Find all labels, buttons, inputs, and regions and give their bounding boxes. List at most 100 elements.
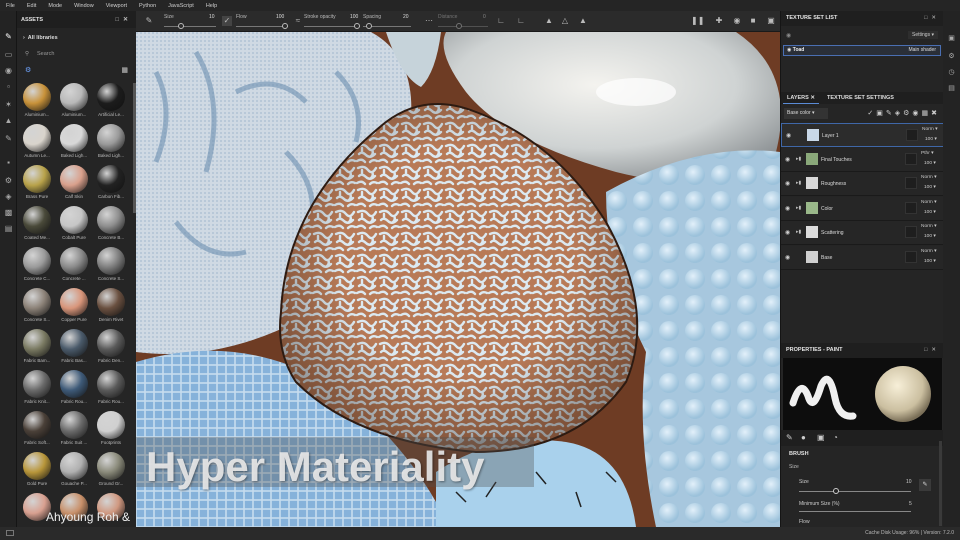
spacing-slider-knob[interactable] xyxy=(366,23,372,29)
stroke-opacity-knob[interactable] xyxy=(354,23,360,29)
layer-mask-slot[interactable] xyxy=(905,152,917,165)
layer-row[interactable]: ◉ Layer 1 Norm ▾ 100 ▾ xyxy=(781,123,944,147)
display-settings-icon[interactable]: ⚙ xyxy=(946,51,957,62)
tab-texture-set-settings[interactable]: TEXTURE SET SETTINGS xyxy=(823,92,898,104)
panel-window-icons[interactable]: □✕ xyxy=(115,16,132,23)
blend-mode-dropdown[interactable]: Norm ▾ xyxy=(922,127,937,132)
folder-icon[interactable]: ▸▮ xyxy=(796,180,801,186)
layer-name[interactable]: Scattering xyxy=(821,230,844,236)
eye-icon[interactable]: ◉ xyxy=(785,180,790,187)
asset-tile[interactable]: Carbon Fib... xyxy=(94,165,128,202)
asset-tile[interactable]: Denim Rivet xyxy=(94,288,128,325)
menu-item-file[interactable]: File xyxy=(6,3,15,9)
layer-row[interactable]: ◉ ▸▮ Roughness Norm ▾ 100 ▾ xyxy=(781,172,944,197)
layer-mask-slot[interactable] xyxy=(905,226,917,239)
render-mode-icon[interactable]: ✚ xyxy=(714,16,724,26)
asset-tile[interactable]: Concrete C... xyxy=(20,247,54,284)
smudge-icon[interactable]: ✶ xyxy=(3,99,14,110)
lazy-mouse-icon[interactable]: ⋯ xyxy=(424,16,434,26)
asset-tile[interactable]: Fabric Rou... xyxy=(57,370,91,407)
panel-window-icons[interactable]: □✕ xyxy=(924,11,940,26)
paint-brush-icon[interactable]: ✎ xyxy=(3,31,14,42)
layer-name[interactable]: Base xyxy=(821,255,832,261)
flow-pressure-icon[interactable]: ≈ xyxy=(293,16,303,26)
tab-layers[interactable]: LAYERS ✕ xyxy=(783,92,819,104)
asset-tile[interactable]: Fabric Bam... xyxy=(20,329,54,366)
asset-tile[interactable]: Baked Ligh... xyxy=(57,124,91,161)
export-icon[interactable]: ▤ xyxy=(3,223,14,234)
asset-tile[interactable]: Calf Skin xyxy=(57,165,91,202)
layer-action-icons[interactable]: ✓▣✎◈⚙◉▦✖ xyxy=(867,109,940,117)
notification-icon[interactable] xyxy=(6,530,14,536)
flow-slider-knob[interactable] xyxy=(282,23,288,29)
asset-tile[interactable]: Fabric Rou... xyxy=(94,370,128,407)
folder-icon[interactable]: ▸▮ xyxy=(796,229,801,235)
asset-tile[interactable]: Brass Pure xyxy=(20,165,54,202)
distance-control[interactable]: Distance 0 xyxy=(438,14,490,29)
eye-icon[interactable]: ◉ xyxy=(785,205,790,212)
asset-tile[interactable]: Fabric Knit... xyxy=(20,370,54,407)
asset-tile[interactable]: Fabric Bas... xyxy=(57,329,91,366)
shader-name[interactable]: Main shader xyxy=(908,46,936,55)
layer-mask-slot[interactable] xyxy=(905,251,917,263)
stroke-opacity-track[interactable] xyxy=(304,26,360,27)
layer-mask-slot[interactable] xyxy=(905,201,917,214)
blend-mode-dropdown[interactable]: Pthr ▾ xyxy=(921,151,934,156)
asset-tile[interactable]: Autumn Le... xyxy=(20,124,54,161)
eraser-icon[interactable]: ▭ xyxy=(3,49,14,60)
texture-set-settings-dropdown[interactable]: Settings ▾ xyxy=(908,31,938,39)
layer-name[interactable]: Final Touches xyxy=(821,157,852,163)
asset-tile[interactable]: Cobalt Pure xyxy=(57,206,91,243)
blend-mode-dropdown[interactable]: Norm ▾ xyxy=(921,224,936,229)
spacing-control[interactable]: Spacing 20 xyxy=(363,14,413,29)
layer-opacity[interactable]: 100 ▾ xyxy=(925,137,937,142)
material-tab-icon[interactable]: ◔ xyxy=(833,433,838,442)
layer-row[interactable]: ◉ Base Norm ▾ 100 ▾ xyxy=(781,246,944,270)
menu-item-python[interactable]: Python xyxy=(139,3,156,9)
menu-item-javascript[interactable]: JavaScript xyxy=(168,3,194,9)
pressure-toggle-button[interactable]: ✎ xyxy=(919,479,931,491)
menu-item-window[interactable]: Window xyxy=(74,3,94,9)
filter-icon[interactable]: ⚙ xyxy=(25,66,31,74)
eye-icon[interactable]: ◉ xyxy=(785,254,790,261)
mirror-x-icon[interactable]: ▲ xyxy=(544,16,554,26)
bake-icon[interactable]: ▪ xyxy=(3,157,14,168)
asset-tile[interactable]: Fabric Suit ... xyxy=(57,411,91,448)
texture-set-row[interactable]: ◉ Toad Main shader xyxy=(783,45,941,56)
asset-tile[interactable]: Artificial Le... xyxy=(94,83,128,120)
blend-mode-dropdown[interactable]: Norm ▾ xyxy=(921,175,936,180)
asset-tile[interactable]: Concrete B... xyxy=(94,206,128,243)
clone-stamp-icon[interactable]: ▲ xyxy=(3,115,14,126)
scene-icon[interactable]: ◈ xyxy=(3,191,14,202)
size-param-knob[interactable] xyxy=(833,488,839,494)
asset-tile[interactable]: Concrete S... xyxy=(94,247,128,284)
asset-tile[interactable]: Aluminium... xyxy=(20,83,54,120)
eye-icon[interactable]: ◉ xyxy=(785,156,790,163)
asset-tile[interactable]: Gold Pure xyxy=(20,452,54,489)
layer-mask-slot[interactable] xyxy=(906,129,918,141)
layer-opacity[interactable]: 100 ▾ xyxy=(924,210,936,215)
asset-tile[interactable]: Fabric Soft... xyxy=(20,411,54,448)
pen-pressure-icon[interactable]: ✓ xyxy=(222,16,232,26)
brush-preview[interactable] xyxy=(783,358,942,430)
menu-item-mode[interactable]: Mode xyxy=(48,3,62,9)
layer-row[interactable]: ◉ ▸▮ Color Norm ▾ 100 ▾ xyxy=(781,196,944,221)
layer-opacity[interactable]: 100 ▾ xyxy=(924,161,936,166)
layer-opacity[interactable]: 100 ▾ xyxy=(924,234,936,239)
screenshot-icon[interactable]: ▣ xyxy=(766,16,776,26)
asset-tile[interactable]: Ground Gr... xyxy=(94,452,128,489)
size-slider-knob[interactable] xyxy=(178,23,184,29)
projection-icon[interactable]: ◉ xyxy=(3,65,14,76)
polygon-fill-icon[interactable]: ▫ xyxy=(3,81,14,92)
menu-item-viewport[interactable]: Viewport xyxy=(106,3,127,9)
symmetry-icon[interactable]: ∟ xyxy=(496,16,506,26)
eye-icon[interactable]: ◉ xyxy=(787,47,791,53)
library-selector[interactable]: › All libraries xyxy=(23,35,58,41)
mirror-y-icon[interactable]: △ xyxy=(560,16,570,26)
properties-scrollbar[interactable] xyxy=(939,441,942,526)
camera-view-icon[interactable]: ◉ xyxy=(732,16,742,26)
display-mode-icon[interactable]: ■ xyxy=(748,16,758,26)
color-picker-icon[interactable]: ✎ xyxy=(3,133,14,144)
history-icon[interactable]: ◷ xyxy=(946,67,957,78)
layer-name[interactable]: Roughness xyxy=(821,181,846,187)
